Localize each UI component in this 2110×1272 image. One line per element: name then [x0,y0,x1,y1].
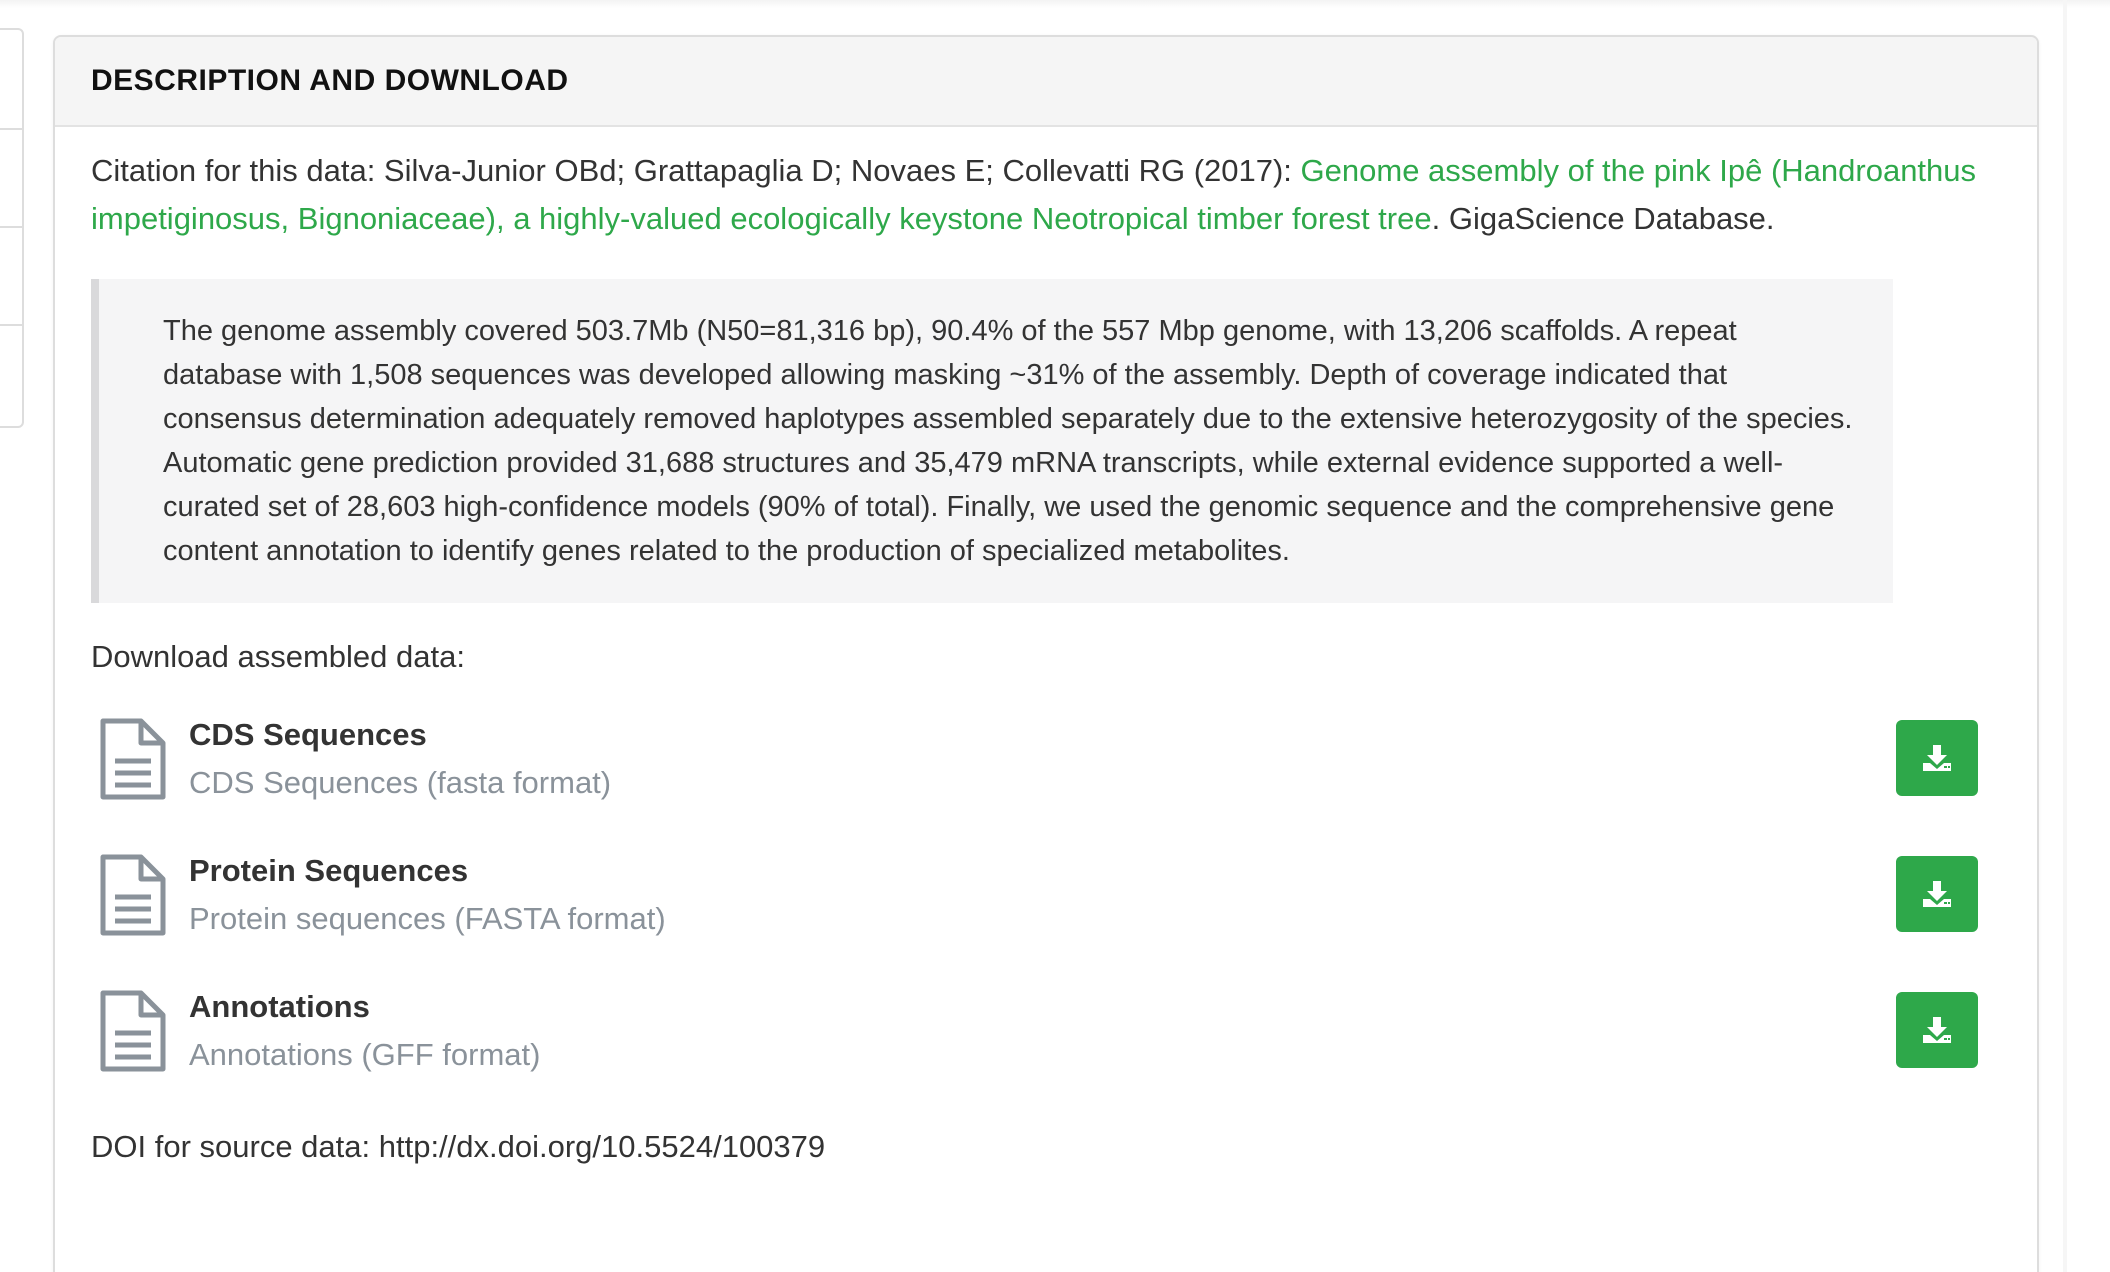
sidebar-divider [0,324,22,326]
file-description: CDS Sequences (fasta format) [189,765,612,800]
file-text-icon [100,854,166,936]
file-description: Protein sequences (FASTA format) [189,901,666,936]
file-list: CDS Sequences CDS Sequences (fasta forma… [91,715,2001,1123]
download-label: Download assembled data: [91,639,465,674]
file-description: Annotations (GFF format) [189,1037,541,1072]
download-button-annotations[interactable] [1896,992,1978,1068]
page: DESCRIPTION AND DOWNLOAD Citation for th… [0,0,2110,1272]
citation-prefix: Citation for this data: Silva-Junior OBd… [91,153,1301,188]
left-sidebar-fragment [0,28,24,428]
panel-body: Citation for this data: Silva-Junior OBd… [55,127,2037,1167]
sidebar-divider [0,128,22,130]
right-edge-fragment [2063,0,2067,1272]
file-name: Protein Sequences [189,853,469,888]
panel-title: DESCRIPTION AND DOWNLOAD [91,64,569,97]
file-text-icon [100,990,166,1072]
file-row-cds: CDS Sequences CDS Sequences (fasta forma… [91,715,2001,851]
sidebar-divider [0,226,22,228]
download-icon [1923,881,1951,907]
top-rule [0,0,2110,8]
download-button-cds[interactable] [1896,720,1978,796]
panel-heading: DESCRIPTION AND DOWNLOAD [55,37,2037,127]
citation: Citation for this data: Silva-Junior OBd… [91,147,2001,243]
file-row-protein: Protein Sequences Protein sequences (FAS… [91,851,2001,987]
file-row-annotations: Annotations Annotations (GFF format) [91,987,2001,1123]
file-name: Annotations [189,989,370,1024]
abstract-blockquote: The genome assembly covered 503.7Mb (N50… [91,279,1893,603]
citation-suffix: . GigaScience Database. [1431,201,1775,236]
download-icon [1923,745,1951,771]
doi-text: DOI for source data: http://dx.doi.org/1… [91,1129,826,1164]
description-download-panel: DESCRIPTION AND DOWNLOAD Citation for th… [53,35,2039,1272]
file-text-icon [100,718,166,800]
download-icon [1923,1017,1951,1043]
file-name: CDS Sequences [189,717,427,752]
download-button-protein[interactable] [1896,856,1978,932]
